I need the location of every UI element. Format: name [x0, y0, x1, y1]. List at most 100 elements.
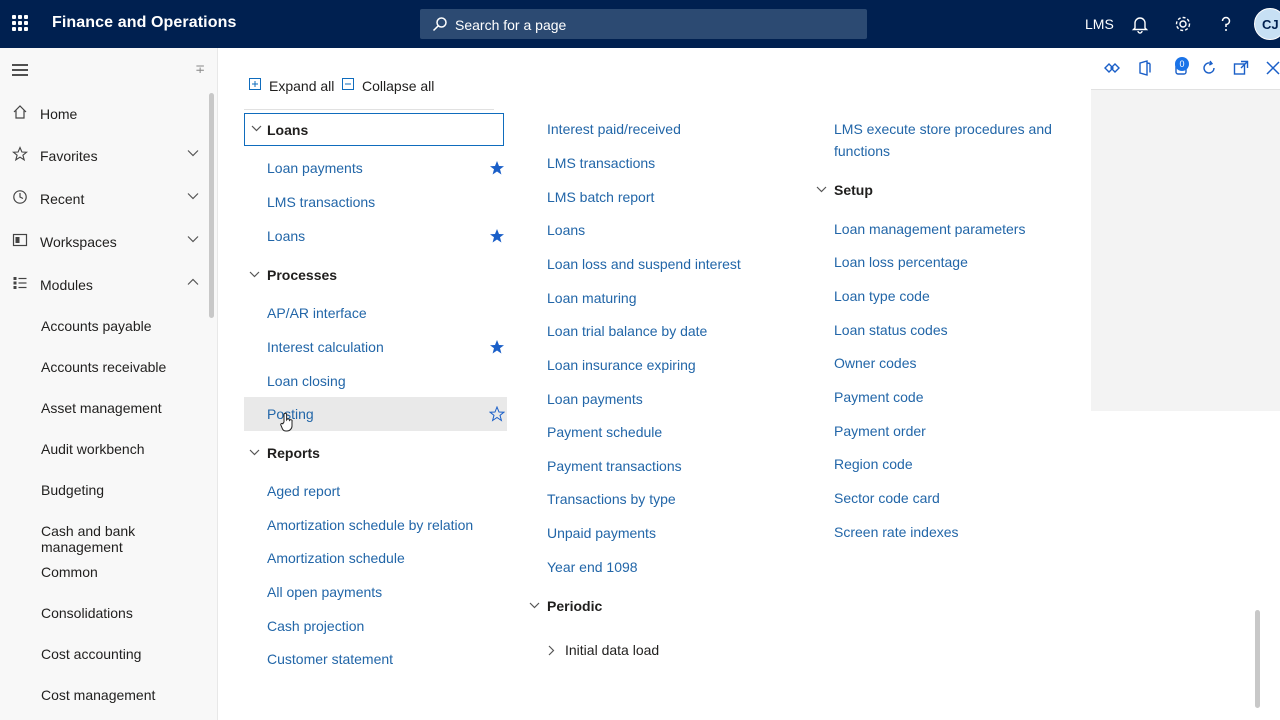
collapse-all-label: Collapse all: [362, 78, 435, 94]
link-loan-trial-balance-by-date[interactable]: Loan trial balance by date: [547, 323, 707, 339]
home-icon: [13, 105, 27, 119]
nav-item-recent[interactable]: Recent: [0, 183, 210, 213]
link-lms-transactions[interactable]: LMS transactions: [267, 194, 375, 210]
link-loan-loss-percentage[interactable]: Loan loss percentage: [834, 254, 968, 270]
background-page: [1091, 48, 1280, 720]
diamond-arrows-icon[interactable]: [1104, 60, 1120, 76]
nav-item-home[interactable]: Home: [0, 98, 210, 128]
chevron-up-icon: [187, 278, 199, 285]
group-header-loans[interactable]: Loans: [244, 113, 504, 146]
link-interest-calculation[interactable]: Interest calculation: [267, 339, 384, 355]
favorite-star-icon[interactable]: [489, 339, 505, 355]
favorite-star-icon[interactable]: [489, 228, 505, 244]
app-title[interactable]: Finance and Operations: [52, 14, 236, 32]
nav-item-workspaces[interactable]: Workspaces: [0, 226, 210, 256]
link-payment-schedule[interactable]: Payment schedule: [547, 424, 662, 440]
refresh-icon[interactable]: [1201, 60, 1217, 76]
search-icon: [432, 17, 447, 32]
link-loans[interactable]: Loans: [267, 228, 305, 244]
chevron-down-icon: [249, 449, 260, 456]
pin-icon[interactable]: ∓: [195, 62, 205, 76]
link-sector-code-card[interactable]: Sector code card: [834, 490, 940, 506]
group-title: Reports: [267, 445, 320, 461]
module-consolidations[interactable]: Consolidations: [41, 605, 133, 621]
link-transactions-by-type[interactable]: Transactions by type: [547, 491, 676, 507]
link-all-open-payments[interactable]: All open payments: [267, 584, 382, 600]
module-cost-management[interactable]: Cost management: [41, 687, 155, 703]
link-loan-loss-and-suspend-interest[interactable]: Loan loss and suspend interest: [547, 256, 741, 272]
hamburger-menu-icon[interactable]: [12, 64, 28, 76]
link-payment-code[interactable]: Payment code: [834, 389, 924, 405]
module-cost-accounting[interactable]: Cost accounting: [41, 646, 141, 662]
link-lms-execute-store-procedures-cont[interactable]: functions: [834, 143, 890, 159]
group-header-setup[interactable]: Setup: [816, 182, 1016, 202]
close-icon[interactable]: [1265, 60, 1280, 76]
avatar[interactable]: CJ: [1254, 8, 1280, 40]
nav-item-modules[interactable]: Modules: [0, 269, 210, 299]
module-common[interactable]: Common: [41, 564, 98, 580]
module-menu-panel: Expand all Collapse all Loans Loan payme…: [218, 48, 1091, 720]
link-region-code[interactable]: Region code: [834, 456, 913, 472]
subgroup-initial-data-load[interactable]: Initial data load: [548, 642, 688, 662]
link-ap-ar-interface[interactable]: AP/AR interface: [267, 305, 367, 321]
app-launcher-icon[interactable]: [12, 15, 28, 31]
link-amortization-schedule-by-relation[interactable]: Amortization schedule by relation: [267, 517, 473, 533]
group-header-periodic[interactable]: Periodic: [529, 598, 729, 618]
link-lms-transactions-report[interactable]: LMS transactions: [547, 155, 655, 171]
bell-icon[interactable]: [1130, 14, 1150, 34]
link-customer-statement[interactable]: Customer statement: [267, 651, 393, 667]
link-amortization-schedule[interactable]: Amortization schedule: [267, 550, 405, 566]
link-loan-management-parameters[interactable]: Loan management parameters: [834, 221, 1025, 237]
link-loan-payments-report[interactable]: Loan payments: [547, 391, 643, 407]
favorite-star-outline-icon[interactable]: [489, 406, 505, 422]
collapse-all-button[interactable]: Collapse all: [342, 76, 437, 96]
group-title: Loans: [267, 122, 309, 138]
module-accounts-payable[interactable]: Accounts payable: [41, 318, 152, 334]
nav-item-label: Favorites: [40, 148, 98, 164]
group-header-processes[interactable]: Processes: [249, 267, 449, 287]
star-icon: [12, 146, 28, 162]
link-payment-transactions[interactable]: Payment transactions: [547, 458, 682, 474]
link-owner-codes[interactable]: Owner codes: [834, 355, 916, 371]
top-bar: Finance and Operations Search for a page…: [0, 0, 1280, 48]
office-icon[interactable]: [1137, 60, 1153, 76]
link-loan-insurance-expiring[interactable]: Loan insurance expiring: [547, 357, 696, 373]
chevron-down-icon: [251, 125, 262, 132]
module-budgeting[interactable]: Budgeting: [41, 482, 104, 498]
link-lms-execute-store-procedures[interactable]: LMS execute store procedures and: [834, 121, 1052, 137]
page-scrollbar[interactable]: [1255, 610, 1260, 708]
search-placeholder: Search for a page: [455, 17, 567, 33]
module-cash-and-bank-management[interactable]: Cash and bank management: [41, 523, 217, 555]
link-interest-paid-received[interactable]: Interest paid/received: [547, 121, 681, 137]
link-lms-batch-report[interactable]: LMS batch report: [547, 189, 654, 205]
link-payment-order[interactable]: Payment order: [834, 423, 926, 439]
expand-all-button[interactable]: Expand all: [249, 76, 339, 96]
link-screen-rate-indexes[interactable]: Screen rate indexes: [834, 524, 959, 540]
link-cash-projection[interactable]: Cash projection: [267, 618, 364, 634]
link-aged-report[interactable]: Aged report: [267, 483, 340, 499]
link-year-end-1098[interactable]: Year end 1098: [547, 559, 638, 575]
link-loan-payments[interactable]: Loan payments: [267, 160, 363, 176]
open-in-new-window-icon[interactable]: [1233, 60, 1249, 76]
link-loan-closing[interactable]: Loan closing: [267, 373, 346, 389]
favorite-star-icon[interactable]: [489, 160, 505, 176]
module-asset-management[interactable]: Asset management: [41, 400, 162, 416]
link-loans-report[interactable]: Loans: [547, 222, 585, 238]
link-loan-maturing[interactable]: Loan maturing: [547, 290, 637, 306]
chevron-down-icon: [187, 236, 199, 243]
group-title: Processes: [267, 267, 338, 283]
company-selector[interactable]: LMS: [1085, 16, 1114, 32]
help-icon[interactable]: [1216, 14, 1236, 34]
link-unpaid-payments[interactable]: Unpaid payments: [547, 525, 656, 541]
module-audit-workbench[interactable]: Audit workbench: [41, 441, 145, 457]
module-accounts-receivable[interactable]: Accounts receivable: [41, 359, 166, 375]
group-header-reports[interactable]: Reports: [249, 445, 449, 465]
toolbar-divider: [244, 109, 494, 110]
link-loan-type-code[interactable]: Loan type code: [834, 288, 930, 304]
group-title: Periodic: [547, 598, 603, 614]
link-loan-status-codes[interactable]: Loan status codes: [834, 322, 948, 338]
nav-item-favorites[interactable]: Favorites: [0, 140, 210, 170]
search-input[interactable]: Search for a page: [420, 9, 867, 39]
gear-icon[interactable]: [1173, 14, 1193, 34]
nav-scrollbar[interactable]: [209, 93, 214, 318]
